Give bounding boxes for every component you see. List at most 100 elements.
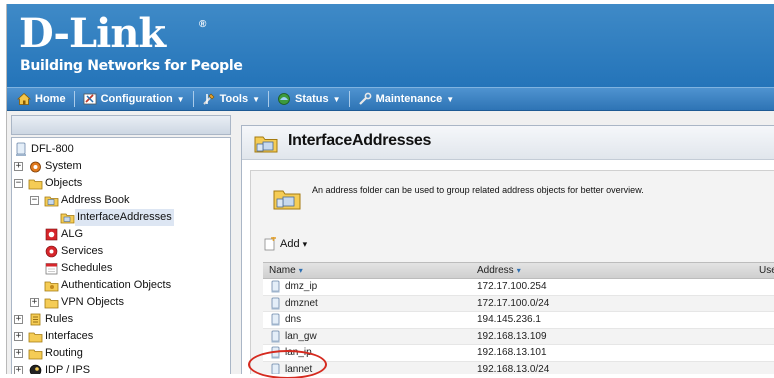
column-header-address[interactable]: Address ▾: [477, 265, 521, 276]
tree-item-label: ALG: [61, 228, 84, 240]
chevron-down-icon: ▼: [252, 94, 261, 104]
tree-item-label: VPN Objects: [61, 296, 124, 308]
add-icon: [264, 237, 276, 251]
tree-item-address-book[interactable]: − Address Book: [12, 192, 230, 209]
add-button[interactable]: Add ▾: [263, 237, 307, 251]
tree-item-label: InterfaceAddresses: [75, 209, 174, 226]
column-header-user[interactable]: User: [759, 265, 774, 276]
tree-item-system[interactable]: + System: [12, 158, 230, 175]
tree-item-dfl-800[interactable]: DFL-800: [12, 141, 230, 158]
content-area: An address folder can be used to group r…: [250, 170, 774, 374]
cell-name: lan_gw: [285, 330, 317, 342]
menu-tools[interactable]: Tools ▼: [196, 88, 266, 110]
tree-item-rules[interactable]: + Rules: [12, 311, 230, 328]
menu-separator: [73, 91, 75, 107]
page-title: InterfaceAddresses: [288, 132, 432, 149]
tree-item-objects[interactable]: − Objects: [12, 175, 230, 192]
tree-item-vpn-objects[interactable]: + VPN Objects: [12, 294, 230, 311]
tree-item-label: Authentication Objects: [61, 279, 172, 291]
expand-icon[interactable]: +: [14, 315, 23, 324]
table-row[interactable]: dmz_ip 172.17.100.254: [263, 279, 774, 296]
expand-icon[interactable]: +: [14, 162, 23, 171]
tree-item-schedules[interactable]: Schedules: [12, 260, 230, 277]
expand-icon[interactable]: +: [14, 349, 23, 358]
tree-item-services[interactable]: Services: [12, 243, 230, 260]
device-icon: [16, 142, 26, 156]
cell-address: 172.17.100.0/24: [477, 297, 550, 309]
system-icon: [30, 161, 41, 173]
rules-icon: [30, 313, 41, 326]
expand-icon[interactable]: +: [30, 298, 39, 307]
status-icon: [278, 93, 290, 105]
menu-configuration[interactable]: Configuration ▼: [77, 88, 191, 110]
interfaces-icon: [28, 332, 43, 343]
cell-address: 194.145.236.1: [477, 314, 541, 326]
cell-address: 192.168.13.109: [477, 330, 547, 342]
menu-separator: [192, 91, 194, 107]
page-description: An address folder can be used to group r…: [312, 185, 644, 195]
app-window: D-Link ® Building Networks for People Ho…: [6, 4, 774, 374]
address-object-icon: [271, 280, 280, 293]
navigation-panel: DFL-800 + System − Objects − Address Boo…: [7, 111, 232, 374]
tree-item-label: IDP / IPS: [45, 364, 91, 374]
chevron-down-icon: ▼: [332, 94, 341, 104]
registered-mark: ®: [199, 19, 207, 30]
tree-item-interfaceaddresses[interactable]: InterfaceAddresses: [12, 209, 230, 226]
folder-icon: [28, 179, 43, 190]
cell-name: lannet: [285, 363, 313, 374]
vpn-folder-icon: [44, 298, 59, 309]
authentication-icon: [44, 281, 59, 292]
configuration-icon: [83, 93, 96, 105]
address-object-icon: [271, 313, 280, 326]
header-banner: D-Link ® Building Networks for People: [7, 4, 774, 87]
expand-icon[interactable]: +: [14, 366, 23, 374]
idp-icon: [29, 364, 42, 374]
address-folder-icon: [254, 136, 278, 153]
menu-maintenance[interactable]: Maintenance ▼: [352, 88, 461, 110]
tree-item-interfaces[interactable]: + Interfaces: [12, 328, 230, 345]
menu-maintenance-label: Maintenance: [375, 93, 443, 105]
add-button-label: Add: [280, 238, 300, 250]
collapse-icon[interactable]: −: [30, 196, 39, 205]
tree-item-label: Address Book: [61, 194, 130, 206]
tree-item-idp-ips[interactable]: + IDP / IPS: [12, 362, 230, 374]
tree-item-routing[interactable]: + Routing: [12, 345, 230, 362]
address-object-icon: [271, 297, 280, 310]
sort-desc-icon: ▾: [516, 266, 521, 275]
tree-item-label: Schedules: [61, 262, 113, 274]
tools-icon: [202, 93, 215, 105]
menu-tools-label: Tools: [219, 93, 249, 105]
alg-icon: [45, 228, 58, 241]
tree-item-authentication-objects[interactable]: Authentication Objects: [12, 277, 230, 294]
content-frame: InterfaceAddresses An address folder can…: [241, 125, 774, 374]
table-body: dmz_ip 172.17.100.254 dmznet 172.17.100.…: [263, 279, 774, 374]
address-folder-icon: [273, 190, 301, 210]
table-row[interactable]: dns 194.145.236.1: [263, 312, 774, 329]
cell-name: dmz_ip: [285, 281, 318, 292]
table-row[interactable]: lan_gw 192.168.13.109: [263, 328, 774, 346]
address-table: Name▾ Address▾ User dmz_ip 1: [263, 262, 774, 374]
menu-home[interactable]: Home: [11, 88, 72, 110]
cell-address: 192.168.13.0/24: [477, 363, 550, 374]
tree-item-alg[interactable]: ALG: [12, 226, 230, 243]
table-row[interactable]: lannet 192.168.13.0/24: [263, 361, 774, 374]
cell-address: 192.168.13.101: [477, 347, 547, 359]
column-header-label: Address: [477, 265, 514, 276]
column-header-label: Name: [269, 265, 296, 276]
expand-icon[interactable]: +: [14, 332, 23, 341]
collapse-icon[interactable]: −: [14, 179, 23, 188]
routing-icon: [28, 349, 43, 360]
menu-configuration-label: Configuration: [100, 93, 173, 105]
column-header-name[interactable]: Name ▾: [269, 265, 303, 276]
table-row[interactable]: dmznet 172.17.100.0/24: [263, 295, 774, 313]
content-panel: InterfaceAddresses An address folder can…: [232, 111, 774, 374]
table-row[interactable]: lan_ip 192.168.13.101: [263, 345, 774, 362]
cell-address: 172.17.100.254: [477, 281, 547, 292]
menu-status[interactable]: Status ▼: [271, 88, 347, 110]
tree-item-label: Objects: [45, 177, 83, 189]
cell-name: lan_ip: [285, 347, 312, 359]
page-title-bar: InterfaceAddresses: [242, 126, 774, 160]
address-book-icon: [44, 196, 59, 207]
menu-separator: [348, 91, 350, 107]
chevron-down-icon: ▾: [302, 238, 308, 249]
